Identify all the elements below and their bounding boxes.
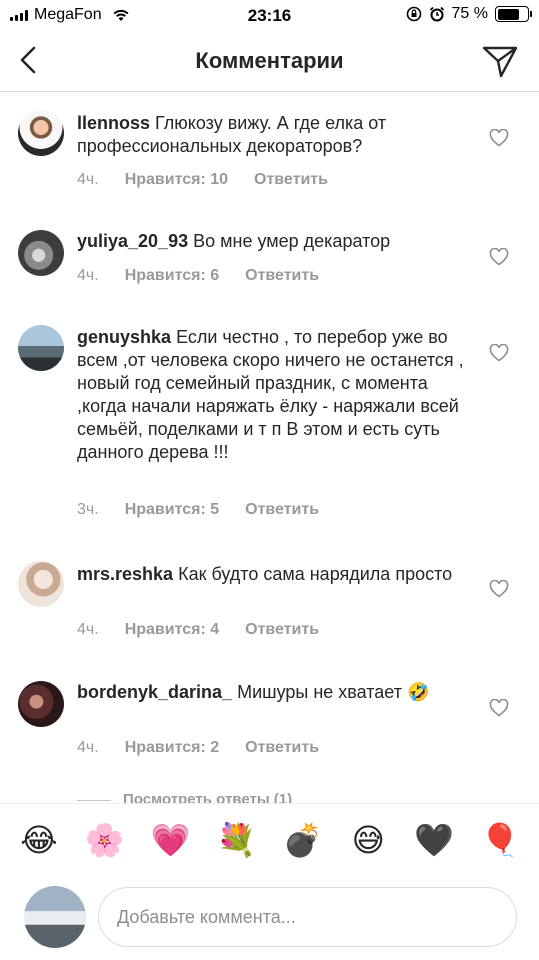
view-replies-divider xyxy=(77,800,111,801)
emoji-quick-bar: 😂 🌸 💗 💐 💣 😅 🖤 🎈 xyxy=(0,803,539,875)
avatar[interactable] xyxy=(18,230,64,276)
comment-text: mrs.reshka Как будто сама нарядила прост… xyxy=(77,563,477,586)
heart-icon[interactable] xyxy=(489,344,509,362)
emoji-button[interactable]: 💗 xyxy=(147,820,195,860)
heart-icon[interactable] xyxy=(489,129,509,147)
comment-message: Мишуры не хватает 🤣 xyxy=(237,682,430,702)
comment-likes[interactable]: Нравится: 10 xyxy=(125,171,228,189)
reply-button[interactable]: Ответить xyxy=(245,267,319,285)
comment-likes[interactable]: Нравится: 6 xyxy=(125,267,219,285)
comment-meta: 4ч. Нравится: 2 Ответить xyxy=(77,739,319,757)
comment-text: genuyshka Если честно , то перебор уже в… xyxy=(77,326,477,464)
reply-button[interactable]: Ответить xyxy=(245,621,319,639)
comment-username[interactable]: llennoss xyxy=(77,113,150,133)
avatar[interactable] xyxy=(18,681,64,727)
reply-button[interactable]: Ответить xyxy=(245,739,319,757)
comment-username[interactable]: bordenyk_darina_ xyxy=(77,682,232,702)
comment-message: Во мне умер декаратор xyxy=(193,231,391,251)
comment-time: 4ч. xyxy=(77,739,99,756)
comment-meta: 4ч. Нравится: 10 Ответить xyxy=(77,171,328,189)
comment-text: bordenyk_darina_ Мишуры не хватает 🤣 xyxy=(77,681,477,704)
emoji-button[interactable]: 😂 xyxy=(15,820,63,860)
page-title: Комментарии xyxy=(195,48,344,73)
avatar[interactable] xyxy=(18,561,64,607)
view-replies-link[interactable]: Посмотреть ответы (1) xyxy=(77,790,477,804)
header: Комментарии xyxy=(0,32,539,92)
emoji-button[interactable]: 🌸 xyxy=(81,820,129,860)
heart-icon[interactable] xyxy=(489,699,509,717)
avatar[interactable] xyxy=(18,110,64,156)
direct-send-icon[interactable] xyxy=(481,42,519,80)
comment-input-bar xyxy=(0,875,539,960)
alarm-icon xyxy=(429,6,444,22)
battery-fill xyxy=(497,8,520,20)
comment-meta: 3ч. Нравится: 5 Ответить xyxy=(77,501,319,519)
comment-meta: 4ч. Нравится: 4 Ответить xyxy=(77,621,319,639)
comment-time: 4ч. xyxy=(77,171,99,188)
emoji-button[interactable]: 🖤 xyxy=(410,820,458,860)
status-bar: MegaFon 23:16 75 % xyxy=(0,0,539,32)
comment-time: 4ч. xyxy=(77,267,99,284)
emoji-button[interactable]: 💣 xyxy=(278,820,326,860)
heart-icon[interactable] xyxy=(489,248,509,266)
comment-input[interactable] xyxy=(98,887,517,947)
comment-username[interactable]: genuyshka xyxy=(77,327,171,347)
my-avatar xyxy=(24,886,86,948)
comment-meta: 4ч. Нравится: 6 Ответить xyxy=(77,267,319,285)
comment-likes[interactable]: Нравится: 2 xyxy=(125,739,219,757)
battery-icon xyxy=(495,6,532,22)
comment-text: llennoss Глюкозу вижу. А где елка от про… xyxy=(77,112,477,158)
status-bar-right: 75 % xyxy=(406,5,532,23)
heart-icon[interactable] xyxy=(489,580,509,598)
comment-username[interactable]: mrs.reshka xyxy=(77,564,173,584)
comment-text: yuliya_20_93 Во мне умер декаратор xyxy=(77,230,477,253)
lock-rotation-icon xyxy=(406,6,421,22)
comment-message: Как будто сама нарядила просто xyxy=(178,564,453,584)
comment-likes[interactable]: Нравится: 5 xyxy=(125,501,219,519)
comment-time: 3ч. xyxy=(77,501,99,518)
reply-button[interactable]: Ответить xyxy=(254,171,328,189)
avatar[interactable] xyxy=(18,325,64,371)
emoji-button[interactable]: 🎈 xyxy=(476,820,524,860)
comment-time: 4ч. xyxy=(77,621,99,638)
battery-percent: 75 % xyxy=(451,5,488,22)
comment-likes[interactable]: Нравится: 4 xyxy=(125,621,219,639)
emoji-button[interactable]: 💐 xyxy=(213,820,261,860)
comment-message: Если честно , то перебор уже во всем ,от… xyxy=(77,327,464,462)
emoji-button[interactable]: 😅 xyxy=(344,820,392,860)
comment-username[interactable]: yuliya_20_93 xyxy=(77,231,188,251)
reply-button[interactable]: Ответить xyxy=(245,501,319,519)
